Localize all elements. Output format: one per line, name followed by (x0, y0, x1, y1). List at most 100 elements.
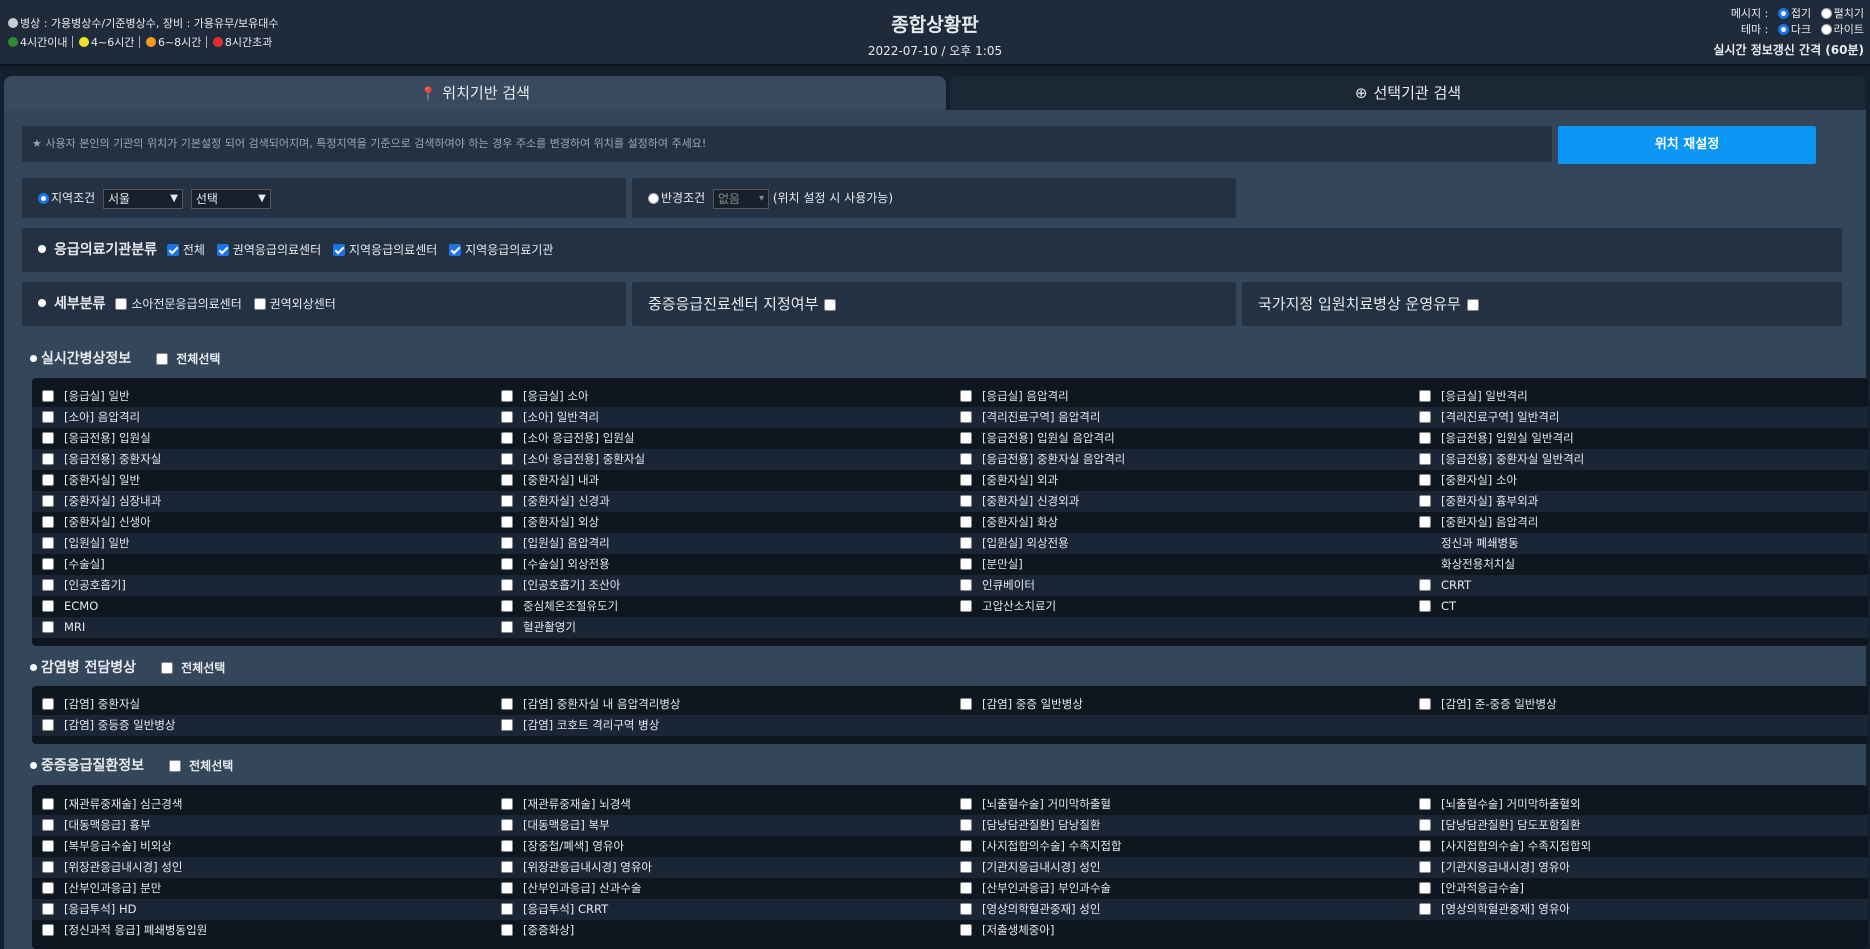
option-checkbox[interactable] (1419, 432, 1431, 444)
option-checkbox[interactable] (501, 495, 513, 507)
option-checkbox[interactable] (960, 537, 972, 549)
option-checkbox[interactable] (501, 474, 513, 486)
option-item[interactable]: [소아 응급전용] 입원실 (491, 428, 950, 449)
option-checkbox[interactable] (1419, 453, 1431, 465)
option-item[interactable]: [응급실] 일반격리 (1409, 386, 1868, 407)
option-checkbox[interactable] (501, 719, 513, 731)
city-select[interactable]: 서울 ▼ (103, 188, 183, 209)
national-checkbox[interactable] (1466, 299, 1479, 311)
option-item[interactable]: 인큐베이터 (950, 575, 1409, 596)
option-item[interactable]: [복부응급수술] 비외상 (32, 836, 491, 857)
region-radio[interactable] (38, 193, 49, 204)
option-item[interactable]: [수술실] 외상전용 (491, 554, 950, 575)
option-checkbox[interactable] (1419, 861, 1431, 873)
option-item[interactable]: [장중첩/폐색] 영유아 (491, 836, 950, 857)
option-checkbox[interactable] (960, 819, 972, 831)
option-item[interactable]: [응급실] 일반 (32, 386, 491, 407)
option-checkbox[interactable] (501, 411, 513, 423)
option-checkbox[interactable] (501, 698, 513, 710)
option-checkbox[interactable] (960, 798, 972, 810)
option-item[interactable]: [산부인과응급] 부인과수술 (950, 878, 1409, 899)
option-checkbox[interactable] (1419, 882, 1431, 894)
option-item[interactable]: [중환자실] 신경과 (491, 491, 950, 512)
reset-location-button[interactable]: 위치 재설정 (1558, 126, 1816, 164)
option-checkbox[interactable] (1419, 495, 1431, 507)
option-item[interactable]: [격리진료구역] 음압격리 (950, 407, 1409, 428)
option-checkbox[interactable] (960, 390, 972, 402)
trauma-center-checkbox[interactable] (253, 298, 266, 310)
option-item[interactable]: [응급전용] 입원실 (32, 428, 491, 449)
option-checkbox[interactable] (501, 861, 513, 873)
option-item[interactable]: [중환자실] 음압격리 (1409, 512, 1868, 533)
option-item[interactable]: [응급투석] HD (32, 899, 491, 920)
option-checkbox[interactable] (1419, 600, 1431, 612)
radius-select[interactable]: 없음 ▾ (713, 188, 769, 209)
message-collapse-radio[interactable] (1777, 8, 1789, 19)
option-item[interactable]: [산부인과응급] 산과수술 (491, 878, 950, 899)
option-checkbox[interactable] (501, 558, 513, 570)
option-checkbox[interactable] (42, 432, 54, 444)
option-checkbox[interactable] (501, 882, 513, 894)
option-checkbox[interactable] (960, 903, 972, 915)
option-item[interactable]: [뇌출혈수술] 거미막하출혈 (950, 794, 1409, 815)
option-item[interactable]: [안과적응급수술] (1409, 878, 1868, 899)
option-checkbox[interactable] (1419, 840, 1431, 852)
option-item[interactable]: 혈관촬영기 (491, 617, 950, 638)
district-select[interactable]: 선택 ▼ (190, 188, 271, 209)
option-item[interactable]: [소아] 일반격리 (491, 407, 950, 428)
option-checkbox[interactable] (960, 474, 972, 486)
option-item[interactable]: [감염] 중환자실 (32, 694, 491, 715)
option-item[interactable]: [중환자실] 외상 (491, 512, 950, 533)
option-checkbox[interactable] (42, 719, 54, 731)
option-item[interactable]: [대동맥응급] 흉부 (32, 815, 491, 836)
option-item[interactable]: [기관지응급내시경] 영유아 (1409, 857, 1868, 878)
option-checkbox[interactable] (960, 840, 972, 852)
option-checkbox[interactable] (42, 537, 54, 549)
option-checkbox[interactable] (960, 882, 972, 894)
class-local-center-checkbox[interactable] (332, 244, 345, 256)
option-checkbox[interactable] (1419, 798, 1431, 810)
option-checkbox[interactable] (960, 453, 972, 465)
option-checkbox[interactable] (960, 600, 972, 612)
option-checkbox[interactable] (501, 516, 513, 528)
option-item[interactable]: [중환자실] 소아 (1409, 470, 1868, 491)
option-item[interactable]: [기관지응급내시경] 성인 (950, 857, 1409, 878)
option-checkbox[interactable] (42, 453, 54, 465)
option-checkbox[interactable] (501, 537, 513, 549)
option-checkbox[interactable] (501, 924, 513, 936)
option-item[interactable]: [감염] 중증 일반병상 (950, 694, 1409, 715)
option-checkbox[interactable] (501, 903, 513, 915)
option-item[interactable]: [위장관응급내시경] 성인 (32, 857, 491, 878)
option-item[interactable]: CT (1409, 596, 1868, 617)
option-item[interactable]: [사지접합의수술] 수족지접합외 (1409, 836, 1868, 857)
option-checkbox[interactable] (501, 840, 513, 852)
option-checkbox[interactable] (501, 600, 513, 612)
tab-selected-search[interactable]: ⊕ 선택기관 검색 (950, 76, 1866, 110)
pediatric-center-checkbox[interactable] (115, 298, 128, 310)
option-item[interactable]: 화상전용처치실 (1409, 554, 1868, 575)
realtime-select-all-checkbox[interactable] (156, 353, 169, 365)
option-checkbox[interactable] (960, 924, 972, 936)
option-item[interactable]: [대동맥응급] 복부 (491, 815, 950, 836)
infection-select-all-checkbox[interactable] (160, 662, 173, 674)
option-checkbox[interactable] (42, 516, 54, 528)
option-item[interactable]: [수술실] (32, 554, 491, 575)
option-item[interactable]: [담낭담관질환] 담도포함질환 (1409, 815, 1868, 836)
option-checkbox[interactable] (501, 621, 513, 633)
option-checkbox[interactable] (42, 924, 54, 936)
option-item[interactable]: [중환자실] 외과 (950, 470, 1409, 491)
radius-radio[interactable] (648, 193, 659, 204)
option-checkbox[interactable] (42, 819, 54, 831)
option-item[interactable]: [응급실] 음압격리 (950, 386, 1409, 407)
option-checkbox[interactable] (1419, 819, 1431, 831)
option-checkbox[interactable] (42, 698, 54, 710)
option-checkbox[interactable] (42, 390, 54, 402)
option-checkbox[interactable] (42, 495, 54, 507)
option-item[interactable]: [소아 응급전용] 중환자실 (491, 449, 950, 470)
option-checkbox[interactable] (960, 495, 972, 507)
option-checkbox[interactable] (501, 579, 513, 591)
class-local-institution-checkbox[interactable] (449, 244, 462, 256)
option-checkbox[interactable] (960, 558, 972, 570)
option-checkbox[interactable] (42, 903, 54, 915)
option-item[interactable]: [재관류중재술] 심근경색 (32, 794, 491, 815)
